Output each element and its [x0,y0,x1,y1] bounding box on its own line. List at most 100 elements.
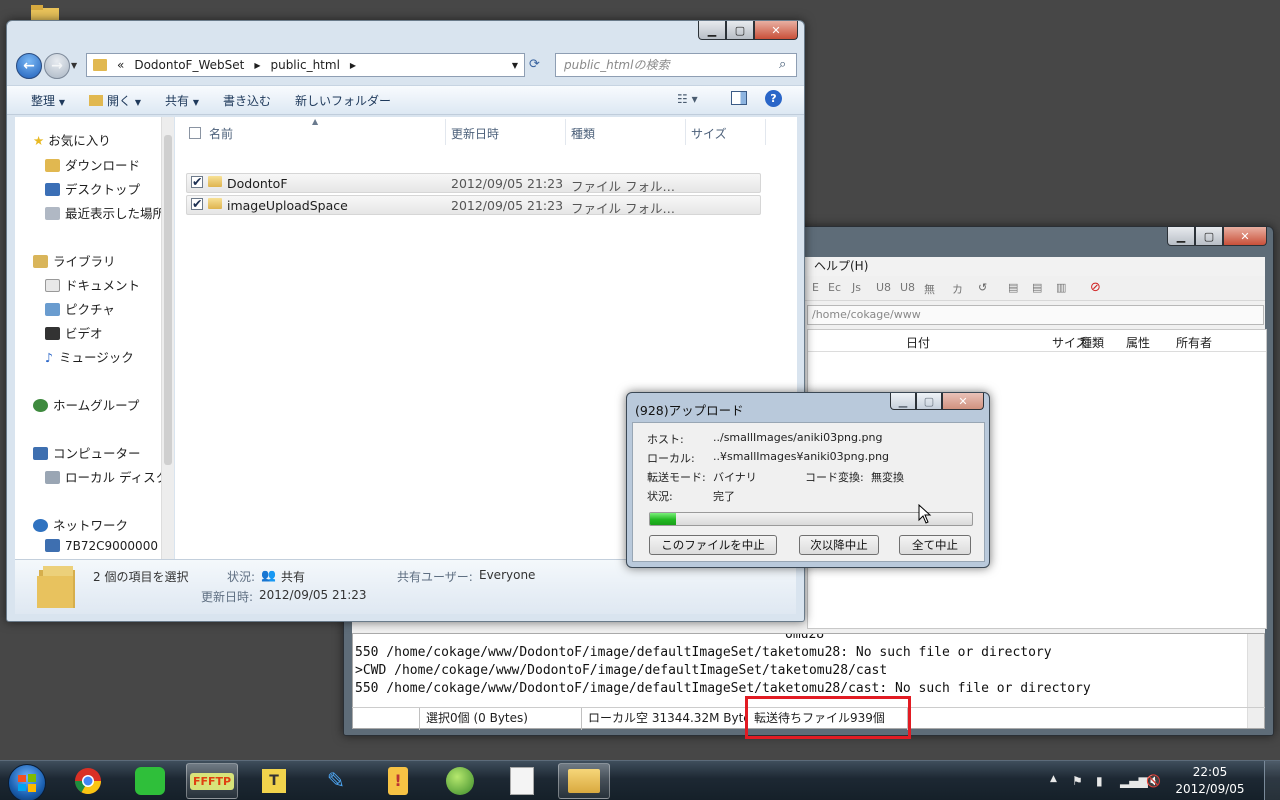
jis-button[interactable]: Js [852,281,861,294]
nav-homegroup[interactable]: ホームグループ [33,395,139,414]
explorer-minimize-button[interactable]: ▁ [698,21,726,40]
preview-pane-icon[interactable] [731,91,747,105]
explorer-maximize-button[interactable]: ▢ [726,21,754,40]
column-divider[interactable] [765,119,766,145]
col-date[interactable]: 日付 [906,334,930,351]
nav-label: コンピューター [53,446,141,461]
organize-button[interactable]: 整理 ▼ [7,92,77,109]
no-convert-button[interactable]: 無 [924,281,935,297]
nav-computer[interactable]: コンピューター [33,443,141,462]
ec-button[interactable]: Ec [828,281,841,294]
flag-icon[interactable]: ⚑ [1072,774,1083,788]
nav-downloads[interactable]: ダウンロード [45,155,140,174]
select-all-checkbox[interactable] [189,127,201,139]
burn-button[interactable]: 書き込む [211,92,283,109]
network-signal-icon[interactable]: ▂▄▆ [1120,774,1148,788]
show-desktop-button[interactable] [1264,761,1280,800]
stop-icon[interactable]: ⊘ [1090,280,1101,295]
column-divider[interactable] [565,119,566,145]
navigation-scrollbar[interactable] [161,117,174,559]
nav-music[interactable]: ♪ ミュージック [45,347,134,366]
utf8-button[interactable]: U8 [876,281,891,294]
globe-icon [446,767,474,795]
upload-minimize-button[interactable]: ▁ [890,393,916,410]
nav-network-pc[interactable]: 7B72C9000000 [45,539,158,553]
green-app-taskbar-button[interactable] [124,763,176,799]
nav-recent[interactable]: 最近表示した場所 [45,203,161,222]
stop-this-file-button[interactable]: このファイルを中止 [649,535,777,555]
back-arrow-icon[interactable]: ← [16,53,42,79]
sync-icon[interactable]: ▥ [1056,281,1066,294]
share-button[interactable]: 共有 ▼ [153,92,211,109]
nav-desktop[interactable]: デスクトップ [45,179,140,198]
upload-dialog-title: (928)アップロード [635,403,744,418]
new-folder-button[interactable]: 新しいフォルダー [283,92,403,109]
feather-app-taskbar-button[interactable]: ✎ [310,763,362,799]
col-size[interactable]: サイズ [691,125,727,142]
column-divider[interactable] [685,119,686,145]
power-icon[interactable]: ▮ [1096,774,1103,788]
ffftp-maximize-button[interactable]: ▢ [1195,227,1223,246]
column-divider[interactable] [445,119,446,145]
upload-maximize-button[interactable]: ▢ [916,393,942,410]
detail-view-icon[interactable]: ▤ [1032,281,1042,294]
chevron-right-icon[interactable]: ▶ [254,61,260,70]
ffftp-minimize-button[interactable]: ▁ [1167,227,1195,246]
breadcrumb-prefix[interactable]: « [117,58,124,72]
chevron-right-icon[interactable]: ▶ [350,61,356,70]
utf8n-button[interactable]: U8 [900,281,915,294]
history-dropdown-icon[interactable]: ▼ [71,61,77,70]
nav-videos[interactable]: ビデオ [45,323,103,342]
col-type[interactable]: 種類 [1080,334,1104,351]
file-row-dodontof[interactable]: ✔ DodontoF 2012/09/05 21:23 ファイル フォル… [186,173,761,194]
nav-documents[interactable]: ドキュメント [45,275,140,294]
notepad-taskbar-button[interactable] [496,763,548,799]
upload-close-button[interactable]: ✕ [942,393,984,410]
kana-button[interactable]: カ [952,281,963,297]
search-input[interactable]: public_htmlの検索 [555,53,797,77]
nav-libraries[interactable]: ライブラリ [33,251,116,270]
nav-network[interactable]: ネットワーク [33,515,128,534]
view-options-icon[interactable]: ☷ ▾ [677,92,698,106]
clock[interactable]: 22:05 2012/09/05 [1172,764,1248,798]
search-icon[interactable]: ⌕ [779,57,786,72]
nav-pictures[interactable]: ピクチャ [45,299,115,318]
list-view-icon[interactable]: ▤ [1008,281,1018,294]
refresh-icon[interactable]: ↺ [978,281,987,294]
nav-favorites[interactable]: ★ お気に入り [33,130,111,149]
globe-app-taskbar-button[interactable] [434,763,486,799]
col-name[interactable]: 名前 [209,125,233,142]
volume-muted-icon[interactable]: 🔇 [1146,774,1161,788]
col-owner[interactable]: 所有者 [1176,334,1212,351]
start-button[interactable] [8,764,46,800]
chrome-taskbar-button[interactable] [62,763,114,799]
text-editor-taskbar-button[interactable]: T [248,763,300,799]
row-checkbox[interactable]: ✔ [191,197,203,210]
help-icon[interactable]: ? [765,90,782,107]
euc-button[interactable]: E [812,281,819,294]
tray-expand-icon[interactable]: ▲ [1050,774,1057,784]
forward-arrow-icon[interactable]: → [44,53,70,79]
nav-local-disk[interactable]: ローカル ディスク [45,467,161,486]
file-row-imageuploadspace[interactable]: ✔ imageUploadSpace 2012/09/05 21:23 ファイル… [186,195,761,216]
open-button[interactable]: 開く ▼ [77,92,153,109]
explorer-taskbar-button[interactable] [558,763,610,799]
notification-app-taskbar-button[interactable]: ! [372,763,424,799]
col-date-modified[interactable]: 更新日時 [451,125,499,142]
ffftp-taskbar-button[interactable]: FFFTP [186,763,238,799]
address-bar[interactable]: « DodontoF_WebSet ▶ public_html ▶ ▼ [86,53,525,77]
refresh-icon[interactable]: ⟳ [529,57,540,72]
ffftp-close-button[interactable]: ✕ [1223,227,1267,246]
col-attr[interactable]: 属性 [1126,334,1150,351]
menu-help[interactable]: ヘルプ(H) [814,259,868,273]
breadcrumb-public-html[interactable]: public_html [270,58,339,72]
scrollbar-thumb[interactable] [164,135,172,465]
col-type[interactable]: 種類 [571,125,595,142]
stop-all-button[interactable]: 全て中止 [899,535,971,555]
address-dropdown-icon[interactable]: ▼ [512,61,518,70]
explorer-close-button[interactable]: ✕ [754,21,798,40]
breadcrumb-dodontof-webset[interactable]: DodontoF_WebSet [134,58,244,72]
row-checkbox[interactable]: ✔ [191,175,203,188]
stop-after-button[interactable]: 次以降中止 [799,535,879,555]
remote-path-input[interactable]: /home/cokage/www [807,305,1264,325]
